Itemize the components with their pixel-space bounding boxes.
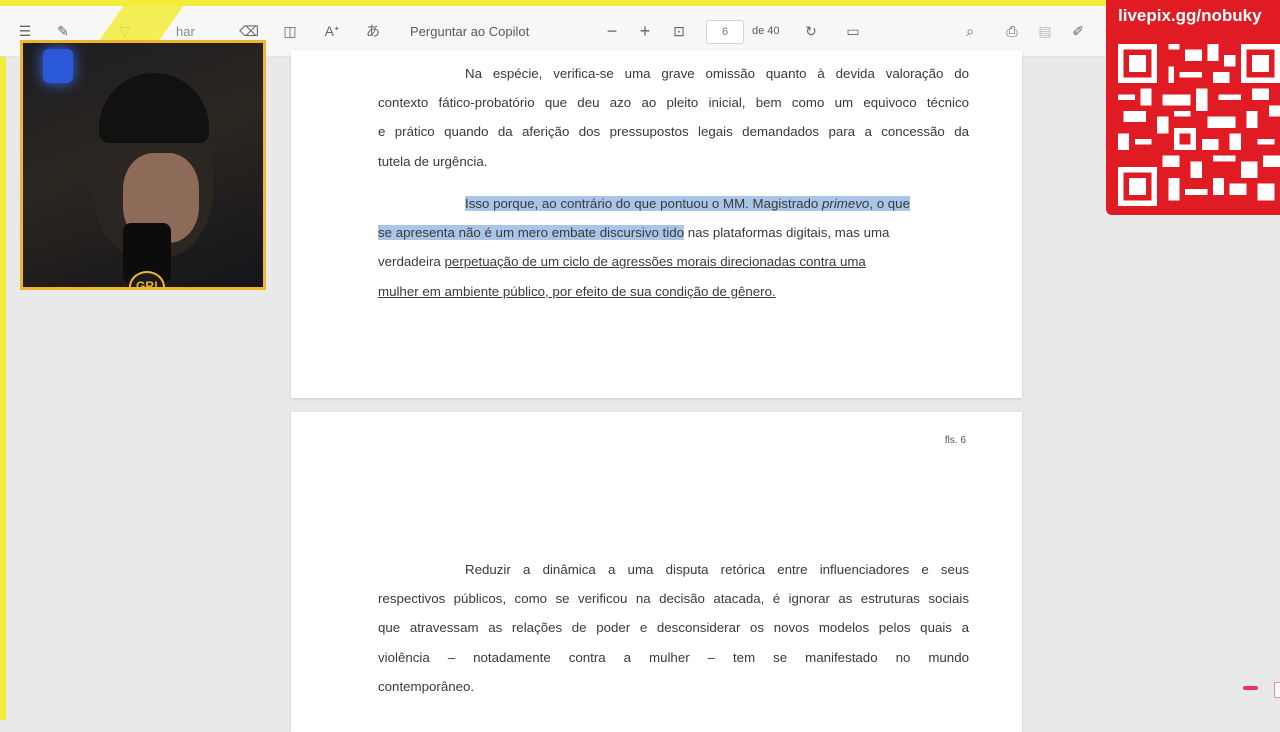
corner-marker (1274, 682, 1280, 698)
rotate-icon[interactable]: ↻ (802, 22, 820, 40)
zoom-out-icon[interactable]: − (603, 21, 621, 41)
menu-icon[interactable]: ☰ (16, 22, 34, 40)
page-view-icon[interactable]: ▭ (844, 22, 862, 40)
save-icon[interactable]: ▤ (1036, 22, 1054, 40)
text-line: mulher em ambiente público, por efeito d… (378, 277, 969, 306)
text-run: nas plataformas digitais, mas uma (684, 225, 890, 241)
selected-text[interactable]: Isso porque, ao contrário do que pontuou… (465, 196, 910, 211)
eraser-icon[interactable]: ⌫ (239, 22, 259, 40)
layout-icon[interactable]: ◫ (281, 22, 299, 40)
page-number-input[interactable]: 6 (706, 20, 744, 44)
qr-code-icon (1118, 42, 1280, 208)
text-line: violência – notadamente contra a mulher … (378, 649, 969, 665)
text-line: Na espécie, verifica-se uma grave omissã… (465, 66, 969, 81)
text-line: Isso porque, ao contrário do que pontuou… (378, 189, 969, 218)
document-page: Na espécie, verifica-se uma grave omissã… (291, 50, 1022, 398)
paragraph: Isso porque, ao contrário do que pontuou… (378, 189, 969, 306)
italic-text: primevo (822, 196, 870, 211)
text-line: se apresenta não é um mero embate discur… (378, 218, 969, 247)
corner-marker (1243, 686, 1258, 690)
livepix-donation-card: livepix.gg/nobuky (1106, 0, 1280, 215)
webcam-overlay: GR! (20, 40, 266, 290)
translate-icon[interactable]: あ (364, 22, 382, 40)
edit-icon[interactable]: ✐ (1069, 22, 1087, 40)
neon-sign (43, 49, 73, 83)
paragraph: Reduzir a dinâmica a uma disputa retóric… (378, 555, 969, 701)
livepix-url: livepix.gg/nobuky (1118, 6, 1262, 25)
zoom-in-icon[interactable]: + (636, 21, 654, 41)
text-line: verdadeira perpetuação de um ciclo de ag… (378, 247, 969, 276)
text-line: que atravessam as relações de poder e de… (378, 620, 969, 636)
streamer-beanie (99, 73, 209, 143)
text-line: e prático quando da aferição dos pressup… (378, 124, 969, 140)
highlight-label[interactable]: har (176, 24, 195, 39)
read-aloud-icon[interactable]: Aᐩ (323, 22, 341, 40)
stream-frame-left (0, 0, 6, 720)
document-page: fls. 6 Reduzir a dinâmica a uma disputa … (291, 412, 1022, 732)
ask-copilot-button[interactable]: Perguntar ao Copilot (410, 24, 529, 39)
text-run: , o que (869, 196, 910, 211)
fit-page-icon[interactable]: ⊡ (670, 22, 688, 40)
text-line: tutela de urgência. (378, 153, 488, 169)
text-line: contexto fático-probatório que deu azo a… (378, 95, 969, 111)
paragraph: Na espécie, verifica-se uma grave omissã… (378, 59, 969, 176)
text-run: verdadeira (378, 254, 445, 270)
text-line: contemporâneo. (378, 678, 475, 694)
search-icon[interactable]: ⌕ (961, 22, 979, 40)
underlined-text: mulher em ambiente público, por efeito d… (378, 283, 776, 299)
draw-icon[interactable]: ✎ (54, 22, 72, 40)
text-line: Reduzir a dinâmica a uma disputa retóric… (465, 562, 969, 577)
text-run: Isso porque, ao contrário do que pontuou… (465, 196, 823, 211)
page-folio: fls. 6 (944, 435, 966, 446)
page-total: de 40 (752, 25, 780, 37)
text-line: respectivos públicos, como se verificou … (378, 591, 969, 607)
print-icon[interactable]: ⎙ (1003, 22, 1021, 40)
selected-text[interactable]: se apresenta não é um mero embate discur… (378, 225, 684, 241)
underlined-text: perpetuação de um ciclo de agressões mor… (444, 254, 866, 270)
